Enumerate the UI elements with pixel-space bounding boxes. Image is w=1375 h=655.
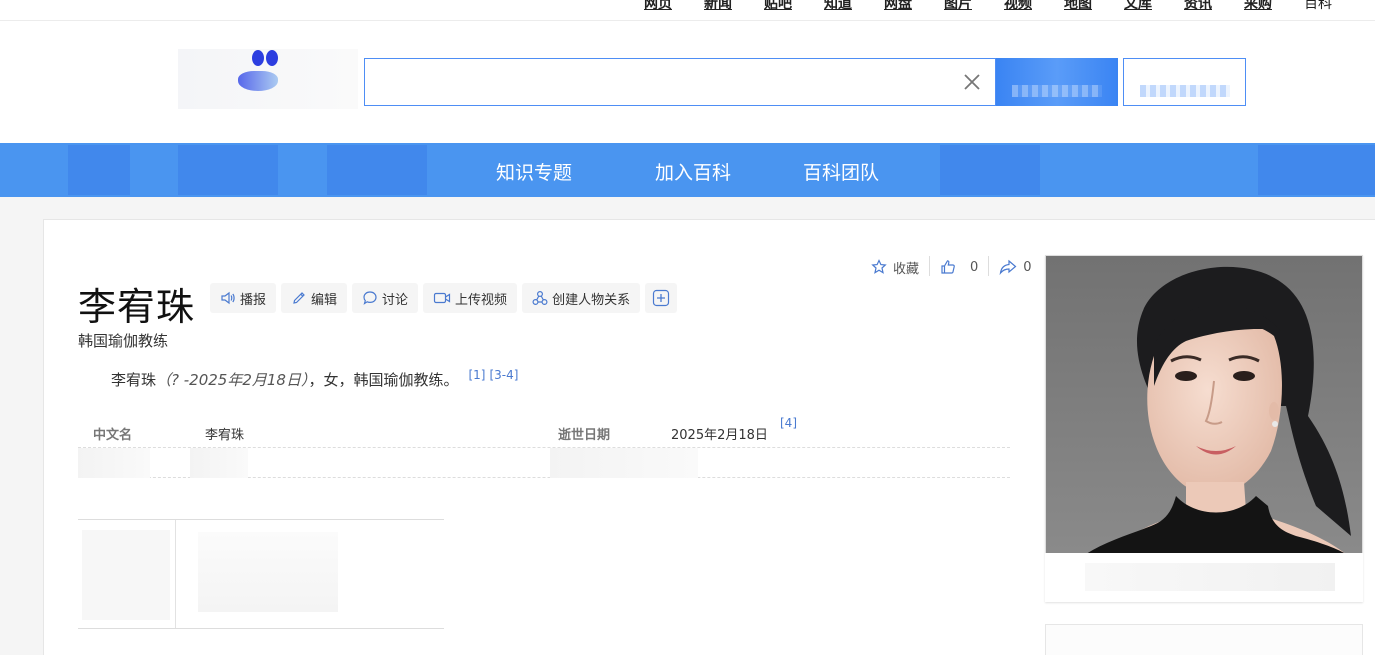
blurred-content	[198, 532, 338, 612]
discuss-button[interactable]: 讨论	[352, 283, 419, 313]
video-camera-icon	[433, 292, 451, 304]
nav-item-join[interactable]: 加入百科	[655, 158, 731, 185]
more-tools-button[interactable]	[645, 283, 678, 313]
blurred-content	[550, 448, 698, 478]
logo-paw-icon	[252, 50, 264, 66]
top-nav-link-wenku[interactable]: 文库	[1124, 0, 1152, 13]
speaker-icon	[221, 291, 235, 305]
entry-portrait[interactable]	[1045, 255, 1363, 602]
top-nav-link-map[interactable]: 地图	[1064, 0, 1092, 13]
entry-stats: 收藏 0 0	[871, 256, 1032, 278]
info-row: 中文名 李宥珠 逝世日期 2025年2月18日 [4]	[78, 416, 1010, 448]
top-nav-links: 网页 新闻 贴吧 知道 网盘 图片 视频 地图 文库 资讯 采购 百科	[644, 0, 1332, 13]
logo-paw-icon	[266, 50, 278, 66]
top-nav-link-pan[interactable]: 网盘	[884, 0, 912, 13]
portrait-image	[1046, 256, 1362, 554]
entry-subtitle: 韩国瑜伽教练	[78, 332, 169, 350]
top-nav: 网页 新闻 贴吧 知道 网盘 图片 视频 地图 文库 资讯 采购 百科	[0, 0, 1375, 21]
star-icon	[871, 259, 887, 274]
relation-network-icon	[532, 290, 548, 306]
blurred-content	[1085, 563, 1335, 591]
clear-icon[interactable]	[961, 71, 983, 93]
search-button[interactable]	[996, 58, 1118, 106]
pencil-icon	[293, 292, 305, 304]
nav-blurred-item	[68, 145, 130, 195]
entry-toolbar: 播报 编辑 讨论 上传视频 创建人物关系	[210, 283, 682, 313]
like-count: 0	[970, 259, 979, 275]
reference-link[interactable]: [3-4]	[489, 368, 518, 382]
nav-blurred-item	[178, 145, 278, 195]
create-relation-button[interactable]: 创建人物关系	[522, 283, 641, 313]
blurred-content	[82, 530, 170, 620]
top-nav-link-zhidao[interactable]: 知道	[824, 0, 852, 13]
top-nav-link-images[interactable]: 图片	[944, 0, 972, 13]
reference-link[interactable]: [4]	[780, 416, 797, 430]
top-nav-link-video[interactable]: 视频	[1004, 0, 1032, 13]
top-nav-link-tieba[interactable]: 贴吧	[764, 0, 792, 13]
collect-label: 收藏	[893, 261, 920, 277]
broadcast-button[interactable]: 播报	[210, 283, 277, 313]
edit-button[interactable]: 编辑	[281, 283, 348, 313]
header	[0, 21, 1375, 143]
nav-blurred-item	[327, 145, 427, 195]
discuss-label: 讨论	[382, 292, 409, 308]
site-logo[interactable]	[178, 49, 358, 109]
comment-icon	[363, 291, 377, 305]
share-button[interactable]: 0	[999, 256, 1032, 278]
create-relation-label: 创建人物关系	[552, 292, 631, 308]
top-nav-link-info[interactable]: 资讯	[1184, 0, 1212, 13]
main-nav-bar: 知识专题 加入百科 百科团队	[0, 143, 1375, 197]
top-nav-link-web[interactable]: 网页	[644, 0, 672, 13]
entry-title: 李宥珠	[78, 285, 196, 329]
info-value: 2025年2月18日	[671, 428, 768, 443]
blurred-content	[190, 448, 248, 478]
summary-name: 李宥珠	[111, 371, 157, 389]
search-box	[364, 58, 996, 106]
nav-blurred-item	[940, 145, 1040, 195]
top-nav-link-purchase[interactable]: 采购	[1244, 0, 1272, 13]
entry-summary: 李宥珠（? -2025年2月18日），女，韩国瑜伽教练。 [1] [3-4]	[111, 368, 518, 390]
nav-blurred-item	[1258, 145, 1375, 195]
like-button[interactable]: 0	[940, 256, 978, 278]
logo-mark-icon	[238, 71, 278, 91]
divider	[929, 256, 931, 276]
info-label: 逝世日期	[558, 428, 611, 443]
secondary-search-button[interactable]	[1123, 58, 1246, 106]
broadcast-label: 播报	[240, 292, 267, 308]
upload-video-button[interactable]: 上传视频	[423, 283, 518, 313]
nav-item-topics[interactable]: 知识专题	[496, 158, 572, 185]
info-value[interactable]: 李宥珠	[205, 424, 244, 443]
info-row-blurred	[78, 448, 1010, 478]
collect-button[interactable]: 收藏	[871, 256, 919, 278]
search-input[interactable]	[365, 59, 945, 105]
divider	[175, 520, 176, 628]
edit-label: 编辑	[311, 292, 338, 308]
thumbs-up-icon	[941, 260, 955, 274]
side-panel	[1045, 624, 1363, 655]
reference-link[interactable]: [1]	[468, 368, 485, 382]
top-nav-link-news[interactable]: 新闻	[704, 0, 732, 13]
plus-square-icon	[652, 289, 670, 307]
divider	[988, 256, 990, 276]
blurred-content	[78, 448, 150, 478]
info-label: 中文名	[93, 428, 133, 443]
summary-dates: （? -2025年2月18日）	[156, 371, 309, 389]
summary-text: ，女，韩国瑜伽教练。	[308, 371, 459, 389]
catalog-block	[78, 519, 444, 629]
search-button-label	[1012, 85, 1102, 97]
share-count: 0	[1023, 259, 1032, 275]
share-icon	[999, 259, 1017, 275]
nav-item-team[interactable]: 百科团队	[803, 158, 879, 185]
secondary-button-label	[1139, 85, 1230, 97]
portrait-caption	[1045, 553, 1363, 602]
top-nav-link-baike[interactable]: 百科	[1304, 0, 1332, 13]
upload-video-label: 上传视频	[455, 292, 508, 308]
